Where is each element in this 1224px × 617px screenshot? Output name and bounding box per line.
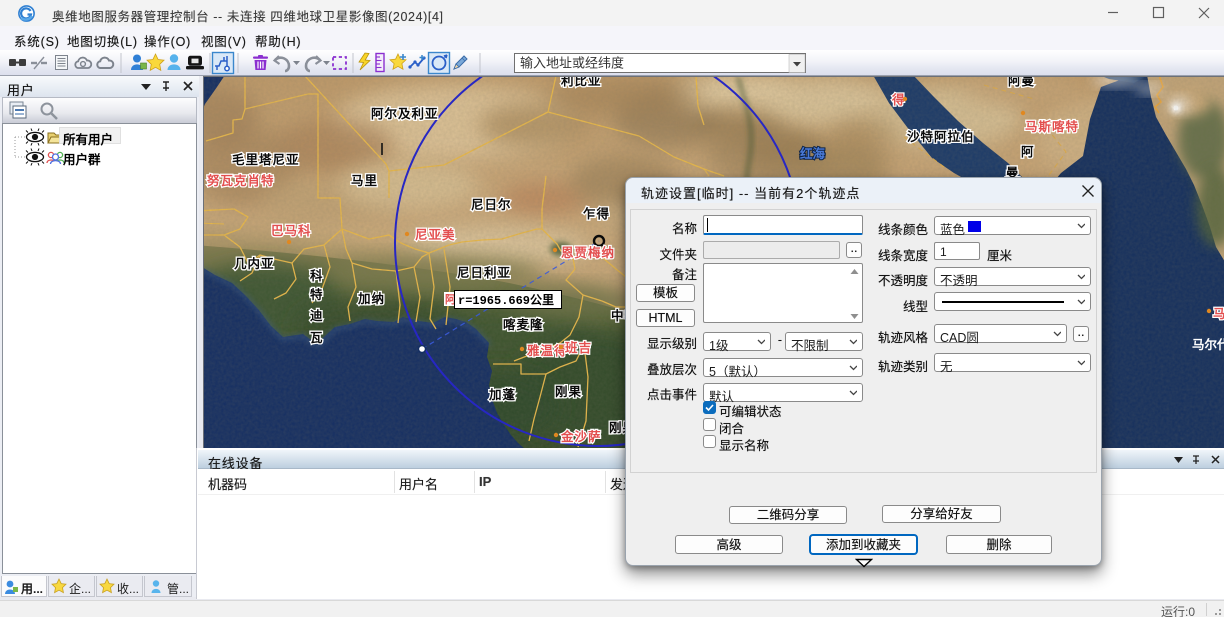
svg-text:红海: 红海: [800, 146, 826, 161]
svg-text:迪: 迪: [310, 308, 324, 323]
svg-text:马里: 马里: [351, 173, 378, 188]
svg-text:恩贾梅纳: 恩贾梅纳: [561, 245, 615, 260]
svg-text:r=1965.669公里: r=1965.669公里: [458, 292, 554, 308]
svg-text:班吉: 班吉: [565, 340, 592, 355]
svg-text:努瓦克肖特: 努瓦克肖特: [206, 173, 275, 188]
svg-text:输入地址或经纬度: 输入地址或经纬度: [520, 56, 624, 71]
svg-text:沙特阿拉伯: 沙特阿拉伯: [907, 129, 975, 144]
svg-text:乍得: 乍得: [583, 206, 610, 221]
svg-text:金沙萨: 金沙萨: [560, 429, 602, 444]
svg-text:加蓬: 加蓬: [488, 387, 516, 402]
svg-text:特: 特: [310, 287, 324, 302]
svg-text:阿尔及利亚: 阿尔及利亚: [371, 106, 439, 121]
svg-text:马尔代: 马尔代: [1192, 337, 1224, 352]
svg-text:马累: 马累: [1213, 307, 1224, 321]
svg-text:加纳: 加纳: [357, 291, 385, 306]
svg-text:毛里塔尼亚: 毛里塔尼亚: [232, 152, 300, 167]
svg-text:几内亚: 几内亚: [234, 256, 275, 271]
svg-text:巴马科: 巴马科: [271, 223, 312, 238]
svg-text:科: 科: [310, 268, 324, 283]
svg-text:阿: 阿: [1021, 145, 1035, 159]
svg-text:尼日利亚: 尼日利亚: [457, 265, 511, 280]
svg-text:马斯喀特: 马斯喀特: [1025, 119, 1079, 134]
svg-text:阿曼: 阿曼: [1008, 77, 1035, 88]
svg-text:尼日尔: 尼日尔: [471, 197, 512, 212]
svg-text:刚果: 刚果: [555, 385, 582, 399]
svg-text:喀麦隆: 喀麦隆: [503, 317, 544, 332]
svg-text:瓦: 瓦: [310, 331, 324, 345]
svg-text:利比亚: 利比亚: [561, 77, 602, 88]
svg-text:尼亚美: 尼亚美: [415, 227, 456, 242]
